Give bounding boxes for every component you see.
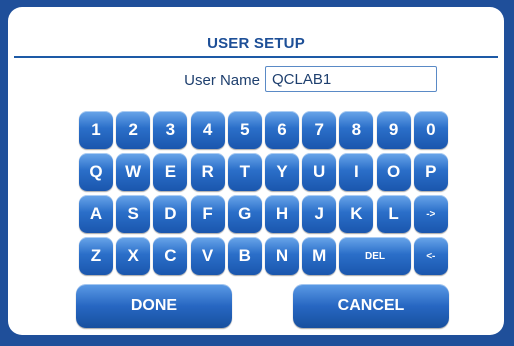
key-v[interactable]: V — [190, 237, 225, 275]
cancel-button[interactable]: CANCEL — [293, 284, 449, 328]
key-u[interactable]: U — [302, 153, 337, 191]
key-x[interactable]: X — [116, 237, 151, 275]
key-delete[interactable]: DEL — [339, 237, 411, 275]
done-button[interactable]: DONE — [76, 284, 232, 328]
key-p[interactable]: P — [413, 153, 448, 191]
key-6[interactable]: 6 — [265, 111, 299, 149]
key-7[interactable]: 7 — [302, 111, 337, 149]
key-n[interactable]: N — [265, 237, 299, 275]
key-y[interactable]: Y — [265, 153, 299, 191]
key-g[interactable]: G — [227, 195, 262, 233]
key-d[interactable]: D — [153, 195, 188, 233]
key-k[interactable]: K — [339, 195, 374, 233]
key-0[interactable]: 0 — [413, 111, 448, 149]
key-s[interactable]: S — [116, 195, 151, 233]
key-e[interactable]: E — [153, 153, 188, 191]
window-frame: USER SETUP User Name 1234567890 QWERTYUIO… — [0, 0, 514, 346]
key-c[interactable]: C — [153, 237, 188, 275]
key-o[interactable]: O — [376, 153, 411, 191]
key-l[interactable]: L — [376, 195, 411, 233]
key-4[interactable]: 4 — [190, 111, 225, 149]
key-j[interactable]: J — [302, 195, 337, 233]
key-3[interactable]: 3 — [153, 111, 188, 149]
title-divider — [14, 56, 498, 58]
key-i[interactable]: I — [339, 153, 374, 191]
key-a[interactable]: A — [79, 195, 113, 233]
key-t[interactable]: T — [227, 153, 262, 191]
dialog-title: USER SETUP — [207, 35, 305, 52]
key-f[interactable]: F — [190, 195, 225, 233]
user-name-input[interactable] — [265, 66, 437, 92]
key-b[interactable]: B — [227, 237, 262, 275]
key-z[interactable]: Z — [79, 237, 113, 275]
key-m[interactable]: M — [302, 237, 337, 275]
key-2[interactable]: 2 — [116, 111, 151, 149]
key-9[interactable]: 9 — [376, 111, 411, 149]
key-1[interactable]: 1 — [79, 111, 113, 149]
key-h[interactable]: H — [265, 195, 299, 233]
key-q[interactable]: Q — [79, 153, 113, 191]
user-name-label: User Name — [184, 72, 260, 89]
key-r[interactable]: R — [190, 153, 225, 191]
user-setup-dialog: USER SETUP User Name 1234567890 QWERTYUIO… — [8, 7, 504, 335]
user-name-row: User Name — [8, 66, 504, 96]
key-8[interactable]: 8 — [339, 111, 374, 149]
key-5[interactable]: 5 — [227, 111, 262, 149]
key-w[interactable]: W — [116, 153, 151, 191]
key-right-arrow[interactable]: -> — [413, 195, 448, 233]
key-backspace[interactable]: <- — [413, 237, 448, 275]
